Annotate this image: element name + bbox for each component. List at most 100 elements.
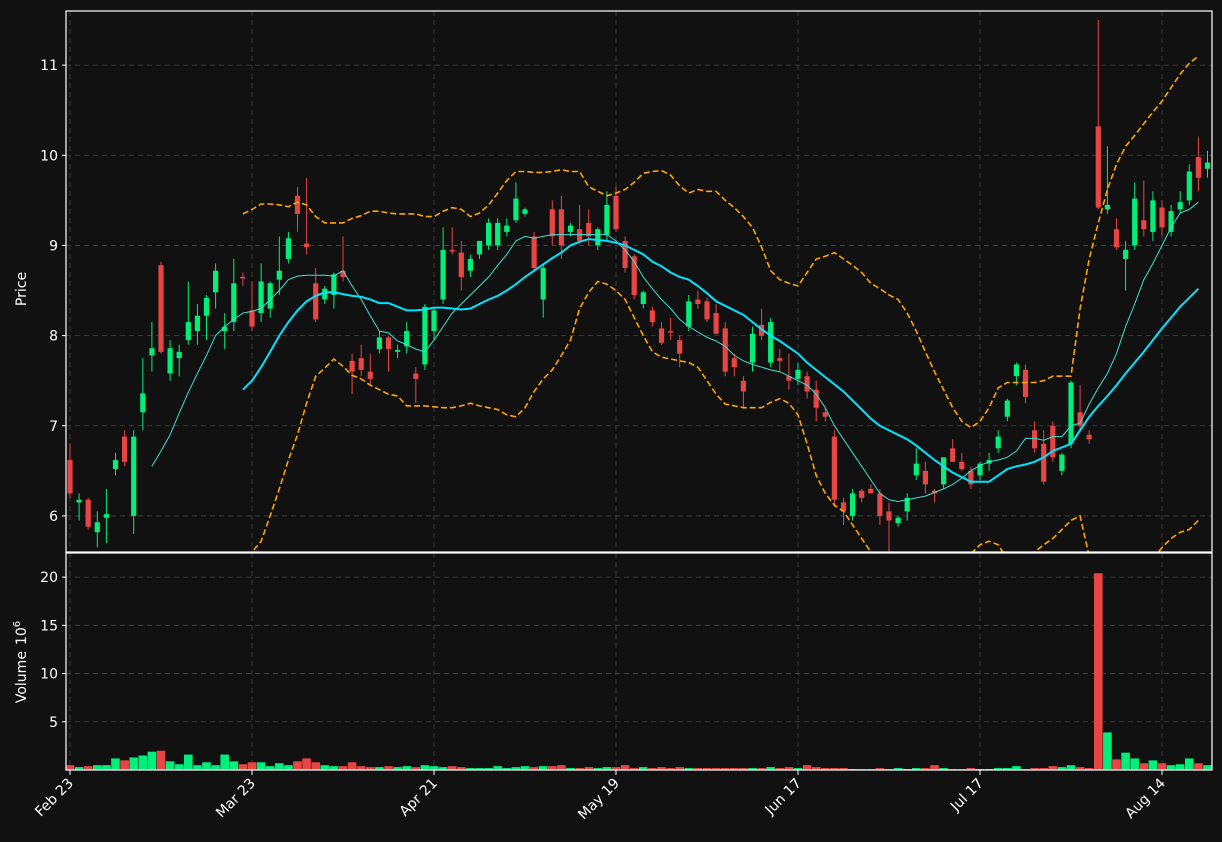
candle-body (267, 283, 273, 309)
candle-body (1104, 204, 1110, 210)
candle-body (950, 448, 956, 462)
candle-body (713, 313, 719, 334)
candle-body (467, 258, 473, 271)
candle-body (140, 393, 146, 413)
volume-bar (1185, 758, 1194, 770)
stock-chart: 6 7 8 9 10 11 5 10 15 20 Feb 23 Mar 23 Apr 21 May 1… (0, 0, 1222, 842)
candle-body (231, 283, 237, 323)
candle-body (1168, 211, 1174, 232)
candle-body (367, 371, 373, 379)
volume-bar (293, 761, 302, 770)
candle-body (249, 310, 255, 327)
volume-bar (1203, 765, 1212, 770)
candle-body (822, 412, 828, 417)
candle-body (294, 195, 301, 214)
candle-body (422, 306, 428, 365)
volume-bar (302, 758, 311, 770)
candle-body (94, 522, 100, 533)
candle-body (1159, 207, 1165, 228)
volume-bar (1194, 763, 1203, 770)
candle-body (777, 358, 783, 361)
candle-body (922, 470, 928, 485)
candle-body (167, 348, 173, 374)
candle-body (704, 301, 710, 320)
volume-bar (238, 764, 248, 770)
candle-body (185, 322, 191, 341)
volume-bar (247, 762, 257, 770)
candle-body (1041, 443, 1047, 482)
candle-body (640, 292, 646, 305)
candle-body (476, 240, 483, 255)
candle-body (431, 310, 437, 332)
volume-bar (930, 765, 939, 770)
candle-body (749, 333, 756, 363)
candle-body (513, 198, 519, 221)
volume-bar (1103, 732, 1112, 770)
chart-svg: 67891011 5101520 Feb 23 Mar 23 Apr 21 May 1… (0, 0, 1222, 842)
volume-tick-label: 10 (40, 667, 58, 683)
candle-body (486, 222, 492, 246)
price-tick-label: 6 (49, 509, 58, 525)
volume-bar (111, 758, 120, 770)
volume-bar (284, 765, 293, 770)
candle-body (194, 315, 200, 332)
volume-bar (120, 760, 129, 770)
candle-body (285, 238, 291, 259)
volume-bar (256, 762, 266, 770)
price-tick-label: 7 (49, 419, 58, 435)
candle-body (695, 299, 701, 305)
candle-body (495, 222, 501, 246)
volume-bar (420, 765, 430, 770)
volume-tick-label: 5 (49, 715, 58, 731)
candle-body (1068, 382, 1074, 444)
candle-body (149, 348, 155, 356)
volume-bar (1157, 763, 1167, 770)
candle-body (567, 225, 574, 232)
candle-body (313, 283, 319, 320)
candle-body (995, 436, 1001, 449)
candle-body (213, 270, 219, 293)
candle-body (649, 310, 655, 323)
volume-label-power: 6 (12, 621, 23, 627)
volume-label-base: 10 (14, 627, 30, 645)
candle-body (613, 195, 619, 230)
price-tick-label: 11 (40, 58, 58, 74)
candle-body (103, 514, 109, 518)
candle-body (1032, 430, 1038, 449)
candle-body (558, 209, 564, 246)
price-tick-label: 8 (49, 329, 58, 345)
volume-bar (202, 762, 211, 770)
candle-body (941, 457, 947, 485)
candle-body (131, 436, 137, 516)
volume-bar (129, 757, 138, 770)
candle-body (913, 463, 919, 476)
candle-body (395, 350, 401, 352)
candle-body (1186, 171, 1192, 201)
candle-body (440, 249, 446, 300)
candle-body (1150, 200, 1156, 232)
candle-body (740, 380, 746, 392)
candle-body (112, 460, 119, 470)
candle-body (458, 252, 464, 277)
volume-bar (275, 763, 284, 770)
price-tick-label: 10 (40, 148, 58, 164)
candle-body (349, 360, 355, 372)
volume-tick-label: 15 (40, 618, 58, 634)
candle-body (540, 267, 546, 300)
candle-body (413, 373, 419, 379)
volume-bar (147, 751, 157, 770)
candle-body (449, 249, 455, 252)
price-axis-label: Price (14, 272, 30, 306)
candle-body (122, 436, 128, 462)
candle-body (795, 369, 801, 379)
candle-body (304, 243, 310, 248)
candle-body (768, 322, 774, 363)
price-tick-label: 9 (49, 238, 58, 254)
volume-bar (1139, 763, 1149, 770)
volume-bar (220, 754, 229, 770)
candle-body (1132, 198, 1138, 246)
volume-bar (138, 755, 148, 770)
candle-body (1204, 162, 1211, 169)
candle-body (604, 204, 610, 235)
volume-bar (1066, 765, 1076, 770)
